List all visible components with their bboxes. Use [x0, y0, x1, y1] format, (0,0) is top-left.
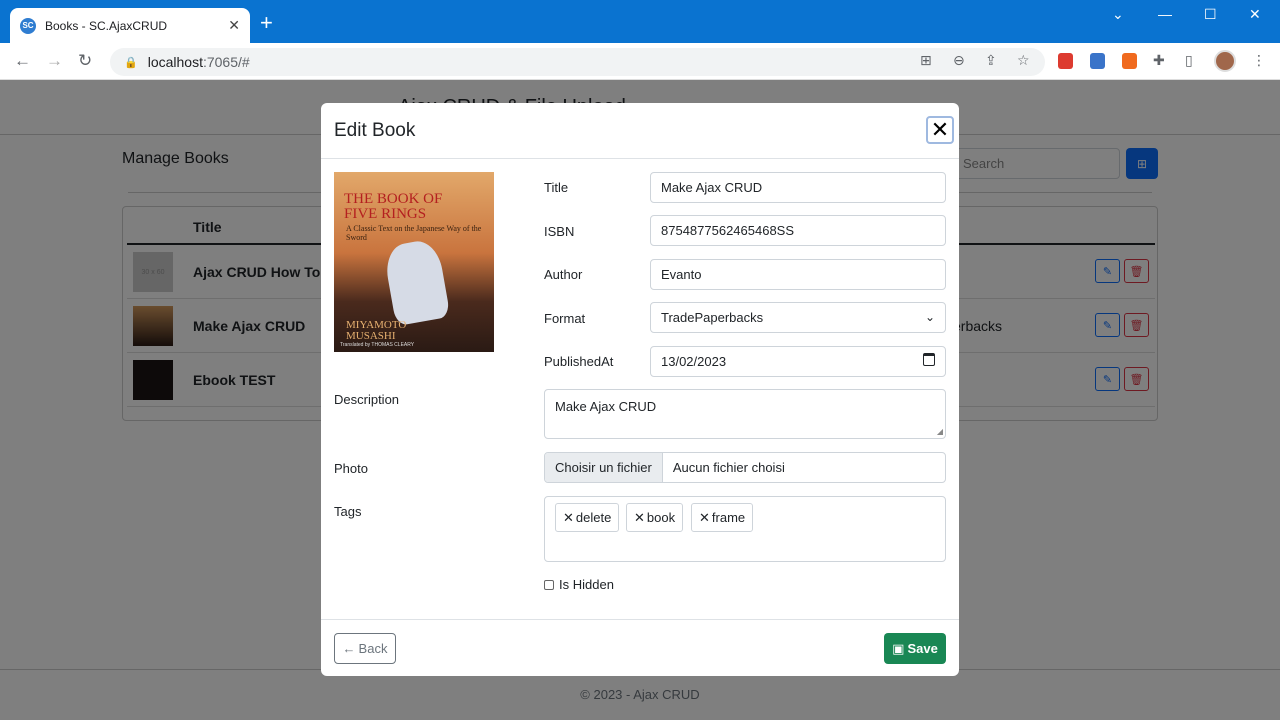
- tab-title: Books - SC.AjaxCRUD: [45, 18, 168, 33]
- window-close-icon[interactable]: ✕: [1249, 6, 1261, 23]
- arrow-left-icon: ←: [342, 641, 356, 656]
- close-icon: ✕: [930, 117, 950, 142]
- photo-label: Photo: [334, 461, 368, 476]
- tag-chip[interactable]: ✕ book: [626, 503, 684, 532]
- back-arrow-icon[interactable]: ←: [14, 51, 31, 71]
- edit-book-modal: Edit Book ✕ THE BOOK OF FIVE RINGS A Clas…: [321, 103, 959, 676]
- isbn-input[interactable]: 8754877562465468SS: [650, 215, 946, 246]
- share-icon[interactable]: ⇪: [985, 52, 997, 69]
- title-input[interactable]: Make Ajax CRUD: [650, 172, 946, 203]
- lock-icon: 🔒: [124, 56, 138, 69]
- cover-subtitle: A Classic Text on the Japanese Way of th…: [346, 224, 482, 242]
- maximize-icon[interactable]: ☐: [1204, 6, 1217, 23]
- published-date-input[interactable]: 13/02/2023: [650, 346, 946, 377]
- tags-label: Tags: [334, 504, 362, 519]
- side-panel-icon[interactable]: ▯: [1185, 52, 1193, 69]
- modal-footer-divider: [321, 619, 959, 620]
- save-button[interactable]: ▣ Save: [884, 633, 946, 664]
- puzzle-extensions-icon[interactable]: ✚: [1153, 52, 1165, 69]
- modal-header-divider: [321, 158, 959, 159]
- save-icon: ▣: [892, 640, 905, 656]
- browser-tab[interactable]: SC Books - SC.AjaxCRUD ✕: [10, 8, 250, 43]
- book-cover-image: THE BOOK OF FIVE RINGS A Classic Text on …: [334, 172, 494, 352]
- tag-chip[interactable]: ✕ delete: [555, 503, 620, 532]
- zoom-icon[interactable]: ⊖: [953, 52, 965, 69]
- angular-extension-icon[interactable]: [1058, 53, 1073, 69]
- cover-title: THE BOOK OF FIVE RINGS: [344, 191, 443, 222]
- browser-toolbar: ← → ↻ 🔒 localhost:7065/# ⊞ ⊖ ⇪ ☆ ✚ ▯ ⋮: [0, 43, 1280, 80]
- checkbox-box[interactable]: [544, 579, 554, 590]
- tab-search-icon[interactable]: ⌄: [1112, 6, 1124, 23]
- close-button[interactable]: ✕: [926, 116, 954, 144]
- cover-translator: Translated by THOMAS CLEARY: [340, 342, 415, 348]
- reload-icon[interactable]: ↻: [78, 51, 92, 71]
- is-hidden-label: Is Hidden: [559, 577, 614, 592]
- format-select[interactable]: TradePaperbacks ⌄: [650, 302, 946, 333]
- published-label: PublishedAt: [544, 354, 614, 369]
- isbn-label: ISBN: [544, 224, 575, 239]
- description-label: Description: [334, 392, 400, 407]
- photo-file-input[interactable]: Choisir un fichier Aucun fichier choisi: [544, 452, 946, 483]
- samurai-figure: [382, 237, 451, 327]
- choose-file-button[interactable]: Choisir un fichier: [545, 453, 663, 482]
- description-value: Make Ajax CRUD: [555, 399, 657, 414]
- tags-input[interactable]: ✕ delete ✕ book ✕ frame: [544, 496, 946, 562]
- chevron-down-icon: ⌄: [924, 310, 935, 324]
- remove-tag-icon[interactable]: ✕: [634, 510, 645, 526]
- modal-title: Edit Book: [334, 120, 416, 141]
- bookmark-star-icon[interactable]: ☆: [1017, 52, 1030, 69]
- back-button[interactable]: ← Back: [334, 633, 396, 664]
- menu-icon[interactable]: ⋮: [1252, 52, 1266, 69]
- format-value: TradePaperbacks: [661, 310, 764, 325]
- url-host: localhost: [147, 54, 203, 70]
- published-value: 13/02/2023: [661, 354, 727, 369]
- format-label: Format: [544, 311, 586, 326]
- address-bar[interactable]: 🔒 localhost:7065/#: [110, 48, 1045, 76]
- favicon-icon: SC: [20, 17, 36, 34]
- browser-titlebar: SC Books - SC.AjaxCRUD ✕ + ⌄ — ☐ ✕: [0, 0, 1280, 43]
- translate-icon[interactable]: ⊞: [920, 52, 932, 69]
- forward-arrow-icon[interactable]: →: [46, 51, 63, 71]
- cover-author: MIYAMOTO MUSASHI: [346, 319, 407, 342]
- author-input[interactable]: Evanto: [650, 259, 946, 290]
- is-hidden-checkbox[interactable]: Is Hidden: [544, 577, 614, 592]
- file-status: Aucun fichier choisi: [672, 460, 785, 475]
- remove-tag-icon[interactable]: ✕: [699, 510, 710, 526]
- extension-icon[interactable]: [1090, 53, 1105, 69]
- remove-tag-icon[interactable]: ✕: [563, 510, 574, 526]
- profile-avatar[interactable]: [1214, 50, 1236, 72]
- resize-handle-icon[interactable]: ◢: [937, 427, 943, 436]
- extension-icon[interactable]: [1122, 53, 1137, 69]
- calendar-icon[interactable]: [923, 353, 935, 366]
- url-path: :7065/#: [202, 54, 250, 70]
- title-label: Title: [544, 180, 569, 195]
- tag-chip[interactable]: ✕ frame: [691, 503, 754, 532]
- minimize-icon[interactable]: —: [1158, 6, 1172, 22]
- new-tab-icon[interactable]: +: [260, 12, 273, 34]
- author-label: Author: [544, 267, 583, 282]
- description-textarea[interactable]: Make Ajax CRUD ◢: [544, 389, 946, 439]
- tab-close-icon[interactable]: ✕: [228, 17, 240, 34]
